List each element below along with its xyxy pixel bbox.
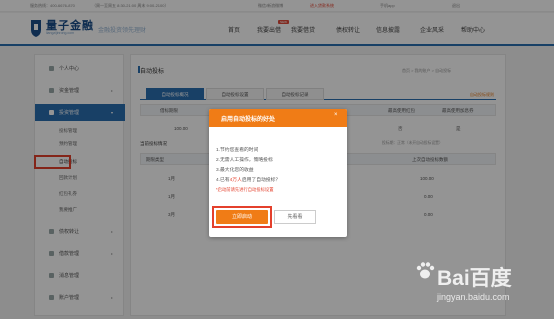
benefit-line: 4.已有4万人启用了自动投标？: [216, 178, 281, 183]
watermark-site: jingyan.baidu.com: [437, 292, 510, 302]
setup-warning: *启动前请先进行自动投标设置: [216, 187, 274, 192]
close-icon[interactable]: ×: [334, 112, 338, 118]
highlight-button-annotation: [212, 206, 272, 228]
user-count-highlight: 4万人: [229, 178, 242, 183]
benefit-line: 3.最大化您的收益: [216, 168, 254, 173]
look-first-button[interactable]: 先看看: [274, 210, 316, 224]
modal-title: 启用自动投标的好处: [221, 117, 276, 123]
paw-logo-icon: [416, 262, 435, 279]
benefit-line: 2.无需人工操作，策略投标: [216, 158, 273, 163]
benefit-line: 1.节约您查看的时间: [216, 148, 259, 153]
baidu-watermark: Bai百度: [437, 267, 512, 290]
